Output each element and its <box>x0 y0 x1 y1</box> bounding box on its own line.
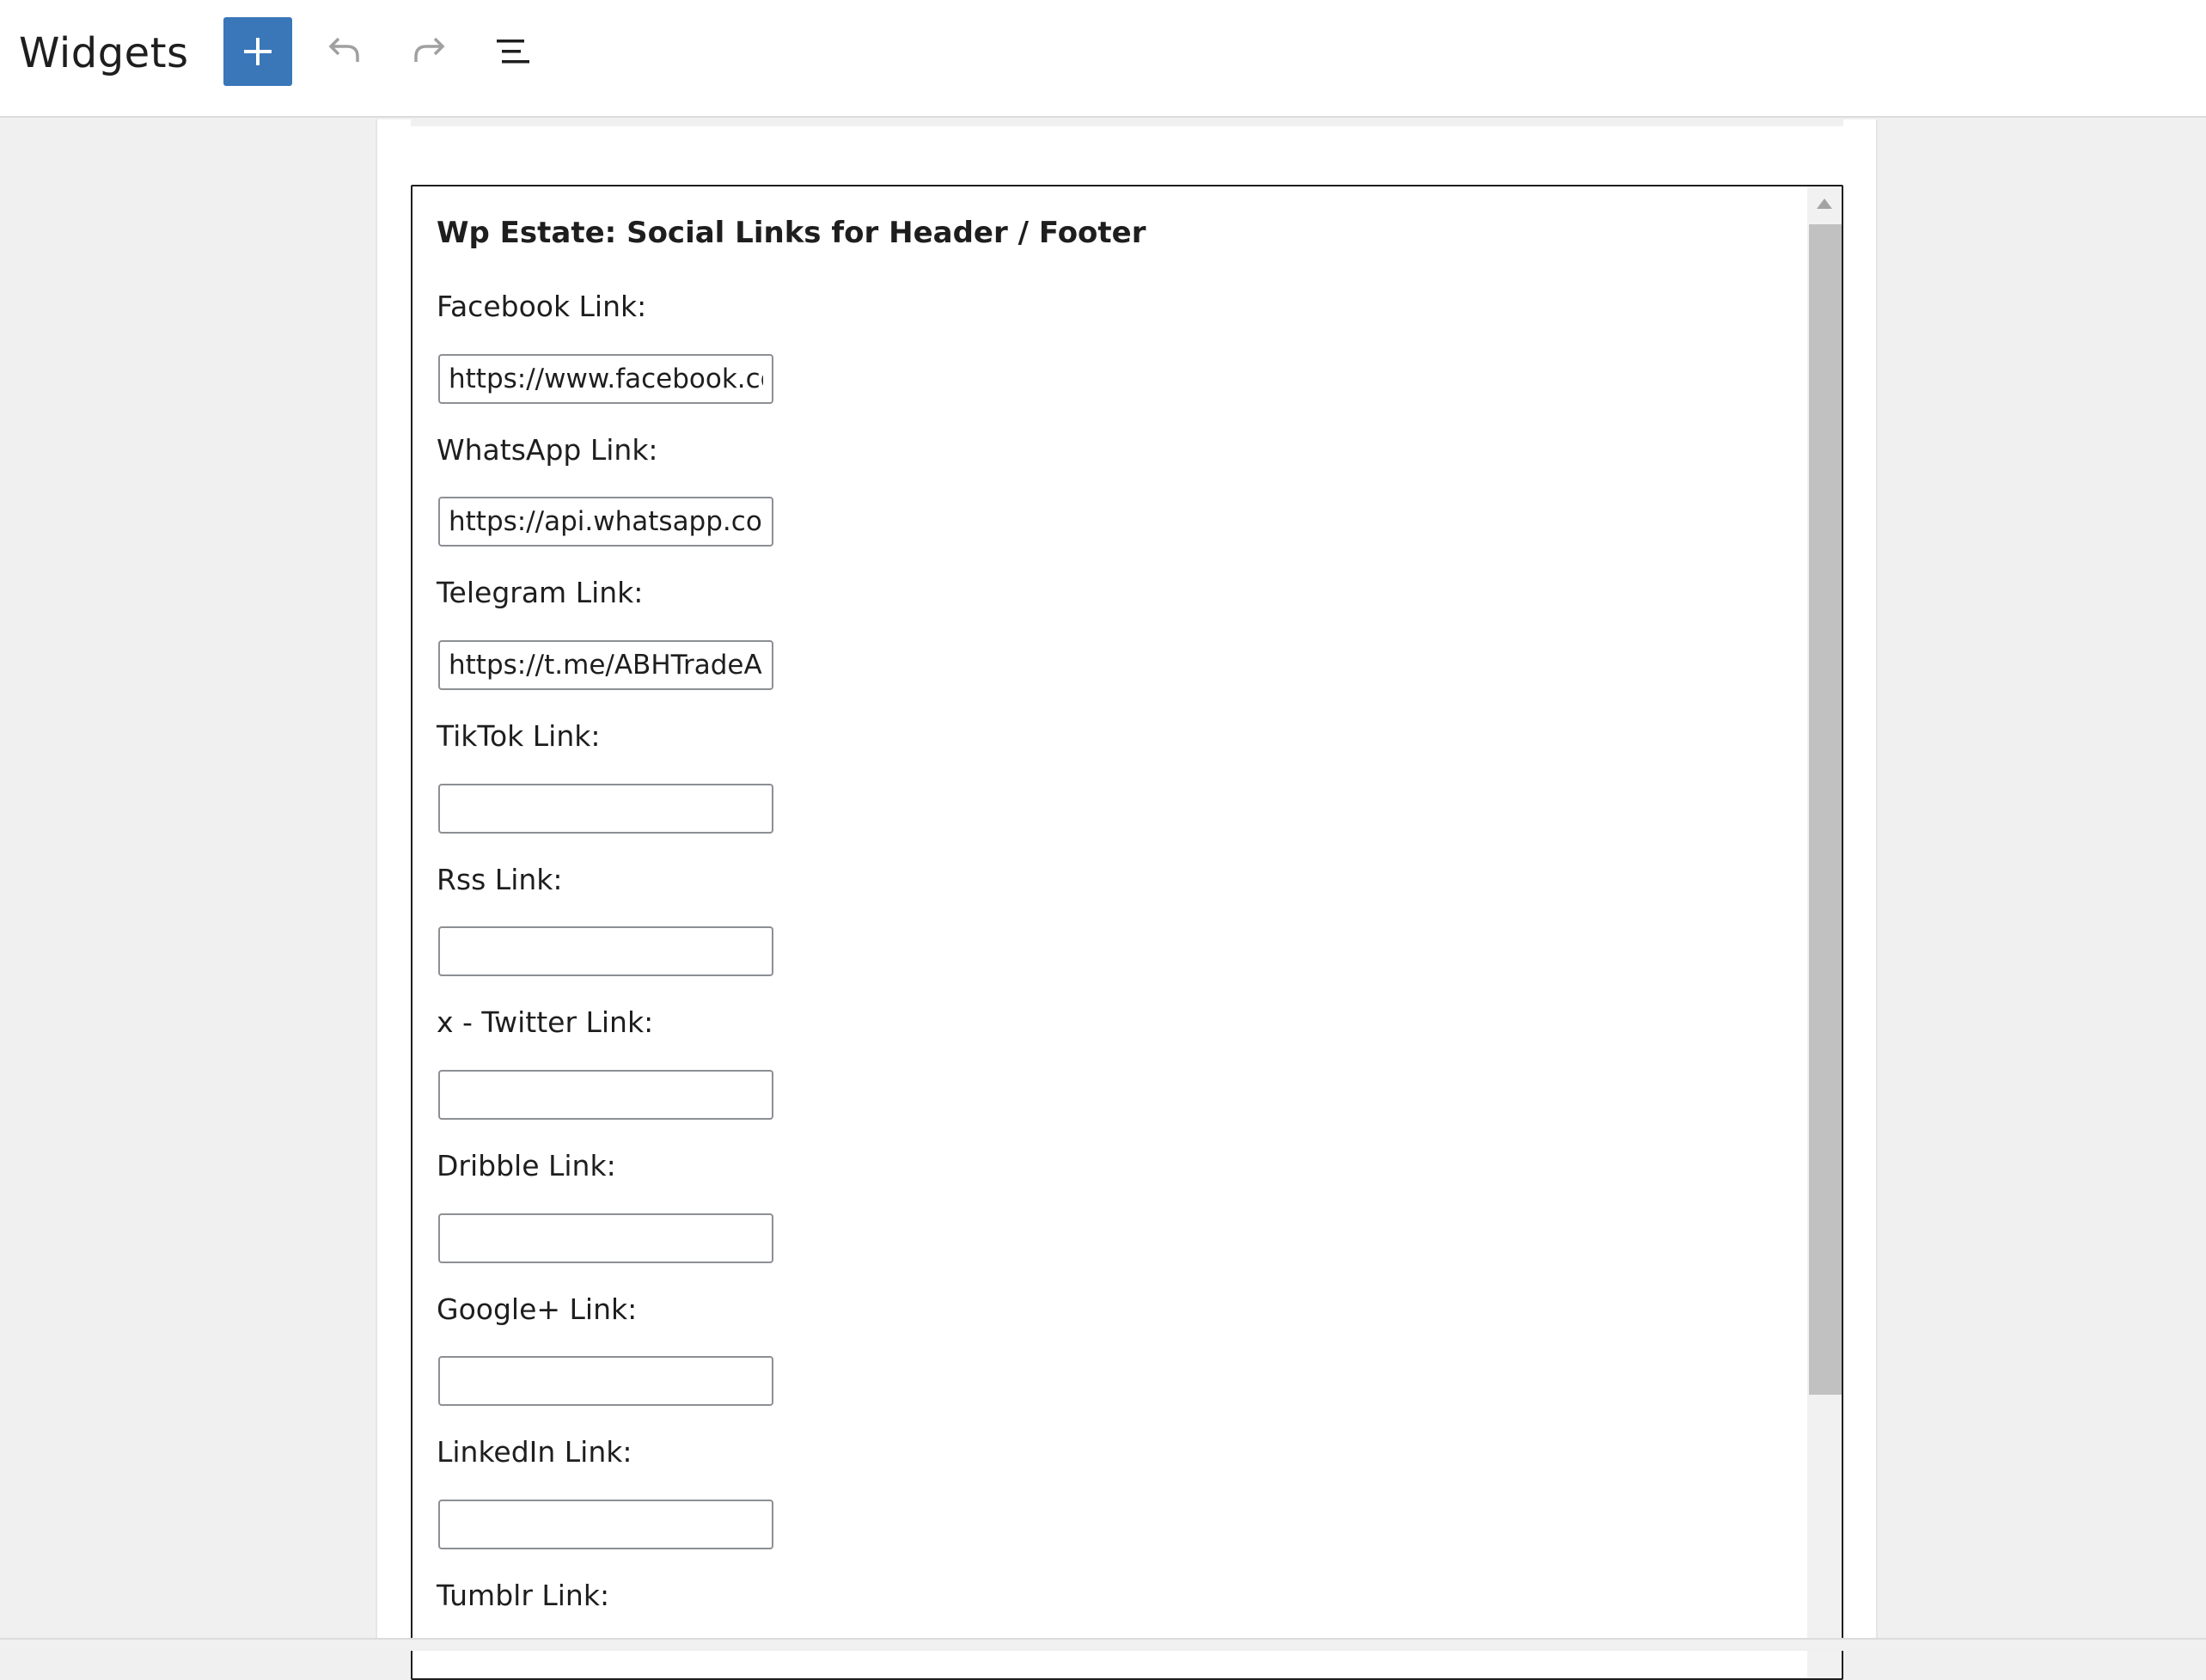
redo-icon <box>414 37 445 62</box>
list-view-button[interactable] <box>490 26 541 77</box>
add-block-button[interactable] <box>223 17 292 86</box>
widget-title: Wp Estate: Social Links for Header / Foo… <box>437 216 1146 250</box>
editor-canvas: Wp Estate: Social Links for Header / Foo… <box>376 119 1878 1680</box>
facebook-link-label: Facebook Link: <box>437 290 647 323</box>
redo-button[interactable] <box>404 26 455 77</box>
twitter-link-input[interactable] <box>438 1070 773 1120</box>
widget-block[interactable]: Wp Estate: Social Links for Header / Foo… <box>411 185 1843 1680</box>
tiktok-link-input[interactable] <box>438 784 773 834</box>
whatsapp-link-label: WhatsApp Link: <box>437 433 658 467</box>
plus-icon <box>244 38 272 65</box>
list-view-icon <box>497 40 529 64</box>
editor-header: Widgets <box>0 0 2206 118</box>
telegram-link-input[interactable] <box>438 640 773 690</box>
previous-block-edge <box>411 119 1843 126</box>
undo-button[interactable] <box>318 26 370 77</box>
page-title: Widgets <box>19 29 189 77</box>
rss-link-input[interactable] <box>438 926 773 976</box>
linkedin-link-label: LinkedIn Link: <box>437 1435 632 1469</box>
tumblr-link-label: Tumblr Link: <box>437 1579 610 1612</box>
rss-link-label: Rss Link: <box>437 863 563 896</box>
page-bottom-edge <box>0 1638 2206 1651</box>
dribble-link-label: Dribble Link: <box>437 1149 616 1182</box>
dribble-link-input[interactable] <box>438 1213 773 1263</box>
widget-scrollbar[interactable] <box>1807 186 1842 1678</box>
google-plus-link-input[interactable] <box>438 1356 773 1406</box>
undo-icon <box>328 37 359 62</box>
whatsapp-link-input[interactable] <box>438 497 773 547</box>
tiktok-link-label: TikTok Link: <box>437 719 601 753</box>
google-plus-link-label: Google+ Link: <box>437 1292 638 1326</box>
linkedin-link-input[interactable] <box>438 1500 773 1549</box>
scroll-up-arrow-icon[interactable] <box>1817 199 1832 209</box>
facebook-link-input[interactable] <box>438 354 773 404</box>
twitter-link-label: x - Twitter Link: <box>437 1005 654 1039</box>
scrollbar-thumb[interactable] <box>1809 224 1842 1395</box>
telegram-link-label: Telegram Link: <box>437 576 644 609</box>
